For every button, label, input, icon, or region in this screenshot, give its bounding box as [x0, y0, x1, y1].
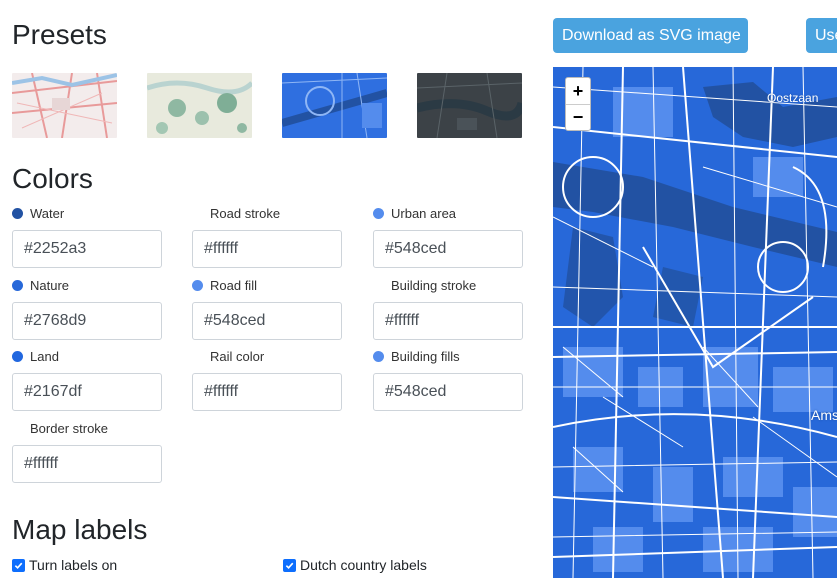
color-dot [373, 350, 384, 362]
nature-field: Nature [12, 276, 162, 340]
map-label-ams: Ams [811, 407, 837, 423]
land-field: Land [12, 347, 162, 411]
road-fill-input[interactable] [192, 302, 342, 340]
land-input[interactable] [12, 373, 162, 411]
rail-color-field: Rail color [192, 347, 342, 411]
checkbox-label: Dutch country labels [300, 557, 427, 573]
turn-labels-on-checkbox[interactable]: Turn labels on [12, 557, 117, 573]
preset-nature[interactable] [147, 73, 252, 138]
rail-color-input[interactable] [192, 373, 342, 411]
map-canvas [553, 67, 837, 578]
preset-dark[interactable] [417, 73, 522, 138]
checkmark-icon [283, 558, 296, 572]
color-dot [12, 207, 23, 219]
border-stroke-field: Border stroke [12, 419, 162, 483]
water-input[interactable] [12, 230, 162, 268]
urban-area-input[interactable] [373, 230, 523, 268]
preset-light[interactable] [12, 73, 117, 138]
preset-list [12, 73, 522, 138]
zoom-in-button[interactable]: + [566, 78, 590, 104]
use-button[interactable]: Use [806, 18, 837, 53]
field-label: Land [30, 348, 59, 364]
building-stroke-input[interactable] [373, 302, 523, 340]
color-dot [12, 279, 23, 291]
checkmark-icon [12, 558, 25, 572]
building-fills-field: Building fills [373, 347, 523, 411]
field-label: Urban area [391, 205, 457, 221]
dutch-country-labels-checkbox[interactable]: Dutch country labels [283, 557, 427, 573]
field-label: Water [30, 205, 65, 221]
zoom-control: + − [565, 77, 591, 131]
color-dot [12, 350, 23, 362]
presets-heading: Presets [12, 19, 107, 50]
colors-heading: Colors [12, 163, 93, 194]
field-label: Nature [30, 277, 70, 293]
map-label-oostzaan: Oostzaan [767, 91, 819, 105]
field-label: Border stroke [30, 420, 109, 436]
border-stroke-input[interactable] [12, 445, 162, 483]
nature-input[interactable] [12, 302, 162, 340]
road-stroke-input[interactable] [192, 230, 342, 268]
map-view[interactable]: Oostzaan Ams [553, 67, 837, 578]
water-field: Water [12, 204, 162, 268]
color-dot [373, 207, 384, 219]
download-svg-button[interactable]: Download as SVG image [553, 18, 748, 53]
road-stroke-field: Road stroke [192, 204, 342, 268]
field-label: Road fill [210, 277, 257, 293]
field-label: Rail color [210, 348, 265, 364]
urban-area-field: Urban area [373, 204, 523, 268]
checkbox-label: Turn labels on [29, 557, 118, 573]
map-labels-heading: Map labels [12, 514, 148, 545]
field-label: Road stroke [210, 205, 281, 221]
building-stroke-field: Building stroke [373, 276, 523, 340]
zoom-out-button[interactable]: − [566, 104, 590, 130]
road-fill-field: Road fill [192, 276, 342, 340]
preset-blue[interactable] [282, 73, 387, 138]
field-label: Building stroke [391, 277, 477, 293]
field-label: Building fills [391, 348, 460, 364]
color-dot [192, 279, 203, 291]
building-fills-input[interactable] [373, 373, 523, 411]
